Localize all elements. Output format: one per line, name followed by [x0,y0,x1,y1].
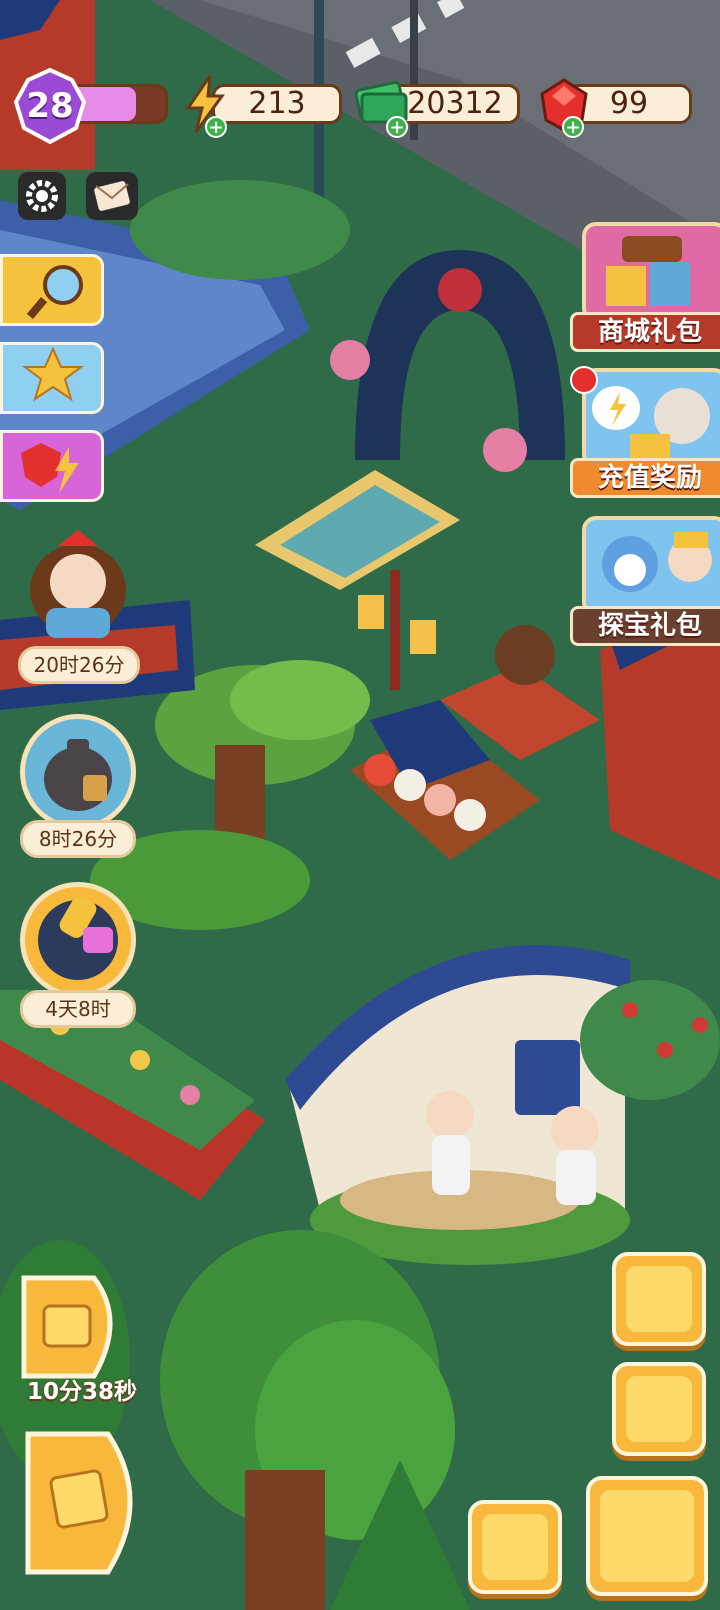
cash-add-button[interactable]: + [386,116,408,138]
energy-add-button[interactable]: + [205,116,227,138]
coin-bag-timer: 8时26分 [20,820,136,858]
clipboard-star-icon [600,1490,694,1582]
gem-add-button[interactable]: + [562,116,584,138]
shop-pack-label: 商城礼包 [570,312,720,352]
daily-calendar-timer: 10分38秒 [26,1379,137,1405]
treasure-pack-promo[interactable]: 探宝礼包 [570,516,720,646]
game-scene[interactable]: 28 213 + 20312 + 99 + 20时26分 8时26分 4天8时 … [0,0,720,1610]
key-event-timer: 4天8时 [20,990,136,1028]
characters-button[interactable] [612,1252,706,1346]
queen-event-timer: 20时26分 [18,646,140,684]
treasure-pack-image [582,516,720,616]
energy-counter[interactable]: 213 [212,84,342,124]
level-number: 28 [26,86,74,126]
settings-button[interactable] [18,172,66,220]
gift-box-icon [606,236,690,306]
magnifier-icon [26,265,83,319]
balloon-button[interactable] [468,1500,562,1594]
cash-value: 20312 [407,86,503,121]
coin-bag-event[interactable] [20,714,136,830]
notification-dot [570,366,598,394]
puzzle-swap-button[interactable] [20,1428,152,1578]
star-icon [22,346,84,402]
calendar-icon [21,1275,113,1379]
recharge-reward-image [582,368,720,468]
shop-pack-promo[interactable]: 商城礼包 [570,222,720,352]
handbook-button[interactable] [612,1362,706,1456]
key-icon [38,896,118,980]
key-event[interactable] [20,882,136,998]
balloon-icon [482,1514,548,1580]
mail-icon [94,181,130,211]
coin-bag-icon [44,739,112,811]
gem-energy-button[interactable] [0,430,104,502]
characters-icon [626,1266,692,1332]
shop-pack-image [582,222,720,322]
book-icon [626,1376,692,1442]
search-event-button[interactable] [0,254,104,326]
treasure-pack-label: 探宝礼包 [570,606,720,646]
cat-and-boy-icon [602,532,712,592]
energy-value: 213 [248,86,306,121]
queen-portrait-icon [30,530,126,638]
ruby-lightning-icon [21,443,79,493]
task-clipboard-button[interactable] [586,1476,708,1596]
puzzle-swap-icon [25,1431,133,1575]
daily-calendar-button[interactable] [14,1268,138,1388]
recharge-icon [592,386,710,460]
recharge-reward-label: 充值奖励 [570,458,720,498]
queen-event[interactable] [18,520,138,640]
gear-icon [26,180,58,212]
mail-button[interactable] [86,172,138,220]
star-character-button[interactable] [0,342,104,414]
recharge-reward-promo[interactable]: 充值奖励 [570,366,720,498]
